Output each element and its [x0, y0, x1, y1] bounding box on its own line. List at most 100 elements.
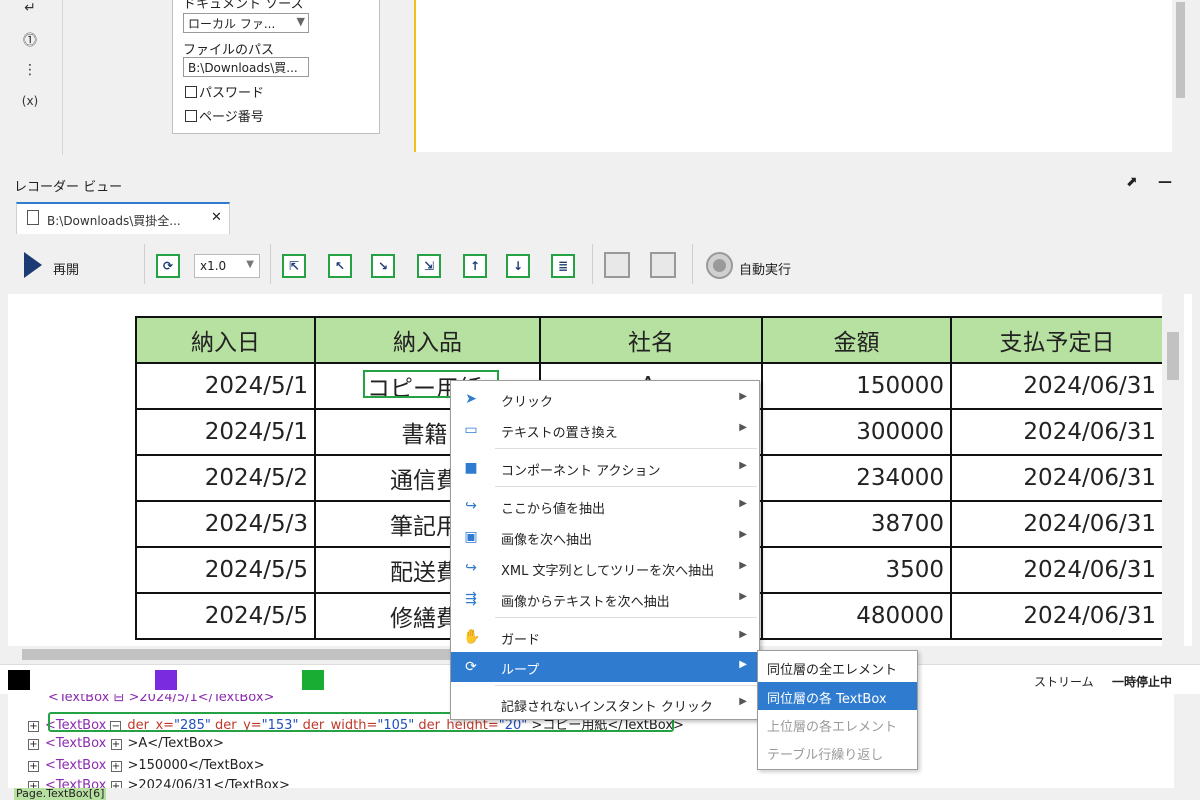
table-cell[interactable]: 2024/06/31	[950, 546, 1164, 594]
table-cell[interactable]: 2024/5/5	[135, 592, 316, 640]
refresh-capture-button[interactable]: ⟳	[156, 254, 180, 278]
move-up-left-button[interactable]: ⇱	[282, 254, 306, 278]
document-view-button[interactable]: ≣	[551, 254, 575, 278]
expand-icon[interactable]: +	[28, 721, 39, 732]
menu-item-label: クリック	[501, 395, 554, 410]
xml-node[interactable]: <TextBox ⊟ >2024/5/1</TextBox>	[48, 694, 274, 705]
menu-item-component-action[interactable]: ■ コンポーネント アクション ▶	[451, 453, 759, 483]
table-cell[interactable]: 3500	[761, 546, 952, 594]
swatch-green[interactable]	[302, 670, 324, 690]
table-cell[interactable]: 2024/5/5	[135, 546, 316, 594]
scroll-thumb[interactable]	[22, 649, 466, 660]
arrow-up-button[interactable]: ↑	[463, 254, 487, 278]
speed-select[interactable]: x1.0 ▼	[194, 254, 260, 278]
menu-item-click[interactable]: ➤ クリック ▶	[451, 384, 759, 414]
stream-state[interactable]: 一時停止中	[1112, 673, 1172, 690]
password-option[interactable]: パスワード	[185, 82, 264, 101]
toolbar-divider	[144, 244, 145, 284]
expand-icon[interactable]: +	[110, 781, 122, 788]
table-cell[interactable]: 2024/5/2	[135, 454, 316, 502]
password-checkbox[interactable]	[185, 86, 197, 98]
header-cell[interactable]: 金額	[761, 316, 952, 364]
recorder-toolbar: 再開 ⟳ x1.0 ▼ ⇱ ↖ ↘ ⇲ ↑ ↓ ≣ 自動実行	[8, 234, 1192, 294]
menu-item-replace-text[interactable]: ▭ テキストの置き換え ▶	[451, 415, 759, 445]
xml-vertical-scrollbar[interactable]	[1174, 694, 1192, 788]
menu-item-instant-click[interactable]: 記録されないインスタント クリック ▶	[451, 689, 759, 719]
header-cell[interactable]: 社名	[539, 316, 763, 364]
expand-icon[interactable]: +	[110, 761, 122, 772]
table-cell[interactable]: 2024/06/31	[950, 454, 1164, 502]
close-icon[interactable]: ✕	[211, 210, 222, 225]
viewer-vertical-scrollbar[interactable]	[1162, 294, 1184, 646]
table-cell[interactable]: 480000	[761, 592, 952, 640]
doc-source-select[interactable]: ローカル ファ... ▼	[183, 13, 309, 33]
workflow-canvas[interactable]	[414, 0, 1172, 152]
password-label: パスワード	[199, 86, 265, 101]
table-header-row: 納入日 納入品 社名 金額 支払予定日	[135, 316, 1164, 364]
table-cell[interactable]: 2024/06/31	[950, 592, 1164, 640]
textbox-icon: ▭	[464, 422, 478, 438]
expand-icon[interactable]: +	[28, 761, 39, 772]
table-cell[interactable]: 150000	[761, 362, 952, 410]
menu-item-extract-ocr[interactable]: ⇶ 画像からテキストを次へ抽出 ▶	[451, 584, 759, 614]
menu-separator	[495, 617, 757, 618]
expand-icon[interactable]: +	[110, 739, 122, 750]
auto-run-label[interactable]: 自動実行	[739, 259, 791, 278]
minimize-icon[interactable]: —	[1158, 174, 1172, 190]
top-scrollbar[interactable]	[1172, 0, 1190, 152]
arrow-up-left-button[interactable]: ↖	[328, 254, 352, 278]
file-path-label: ファイルのパス	[183, 43, 275, 58]
capture-window-icon[interactable]	[604, 252, 630, 278]
table-cell[interactable]: 234000	[761, 454, 952, 502]
menu-item-loop[interactable]: ⟳ ループ ▶	[451, 652, 759, 682]
tree-icon[interactable]: ⋮	[20, 62, 40, 78]
move-down-right-button[interactable]: ⇲	[417, 254, 441, 278]
header-cell[interactable]: 納入品	[314, 316, 541, 364]
enter-icon[interactable]: ↵	[20, 0, 40, 16]
left-rail: ↵ ⓵ ⋮ (x)	[8, 0, 63, 155]
menu-item-extract-value[interactable]: ↪ ここから値を抽出 ▶	[451, 491, 759, 521]
expand-icon[interactable]: +	[28, 739, 39, 750]
page-number-option[interactable]: ページ番号	[185, 106, 264, 125]
table-cell[interactable]: 2024/5/1	[135, 408, 316, 456]
page-number-checkbox[interactable]	[185, 110, 197, 122]
menu-item-guard[interactable]: ✋ ガード ▶	[451, 622, 759, 652]
xml-text: >A</TextBox>	[127, 736, 224, 751]
arrow-down-right-button[interactable]: ↘	[371, 254, 395, 278]
arrow-down-button[interactable]: ↓	[506, 254, 530, 278]
play-icon[interactable]	[24, 252, 42, 278]
menu-item-extract-xml[interactable]: ↪ XML 文字列としてツリーを次へ抽出 ▶	[451, 553, 759, 583]
table-cell[interactable]: 2024/06/31	[950, 500, 1164, 548]
submenu-item-each-textbox[interactable]: 同位層の各 TextBox	[758, 682, 917, 710]
submenu-item-all-siblings[interactable]: 同位層の全エレメント	[758, 653, 917, 681]
file-path-input[interactable]: B:\Downloads\買...	[183, 57, 309, 77]
table-cell[interactable]: 2024/5/1	[135, 362, 316, 410]
header-cell[interactable]: 納入日	[135, 316, 316, 364]
record-icon[interactable]	[706, 252, 733, 279]
alert-icon[interactable]: ⓵	[20, 30, 40, 50]
table-cell[interactable]: 2024/06/31	[950, 362, 1164, 410]
xml-node[interactable]: + <TextBox + >A</TextBox>	[28, 736, 224, 751]
scroll-thumb[interactable]	[1167, 332, 1179, 380]
xml-tag: <TextBox	[45, 736, 107, 751]
table-cell[interactable]: 300000	[761, 408, 952, 456]
table-cell[interactable]: 38700	[761, 500, 952, 548]
xml-node[interactable]: + <TextBox + >150000</TextBox>	[28, 758, 265, 773]
table-cell[interactable]: 2024/06/31	[950, 408, 1164, 456]
header-cell[interactable]: 支払予定日	[950, 316, 1164, 364]
menu-item-extract-image[interactable]: ▣ 画像を次へ抽出 ▶	[451, 522, 759, 552]
resume-button-label[interactable]: 再開	[53, 259, 79, 278]
variable-icon[interactable]: (x)	[20, 94, 40, 108]
capture-region-icon[interactable]	[650, 252, 676, 278]
table-cell[interactable]: 2024/5/3	[135, 500, 316, 548]
tab-document[interactable]: B:\Downloads\買掛全... ✕	[16, 202, 230, 234]
pin-icon[interactable]: ⬈	[1126, 174, 1138, 190]
menu-item-label: 画像を次へ抽出	[501, 533, 593, 548]
doc-source-value: ローカル ファ...	[188, 17, 276, 31]
submenu-arrow-icon: ▶	[739, 529, 747, 540]
swatch-black[interactable]	[8, 670, 30, 690]
xml-tag: <TextBox	[45, 758, 107, 773]
scroll-thumb[interactable]	[1176, 2, 1185, 98]
document-icon	[27, 210, 39, 225]
swatch-purple[interactable]	[155, 670, 177, 690]
